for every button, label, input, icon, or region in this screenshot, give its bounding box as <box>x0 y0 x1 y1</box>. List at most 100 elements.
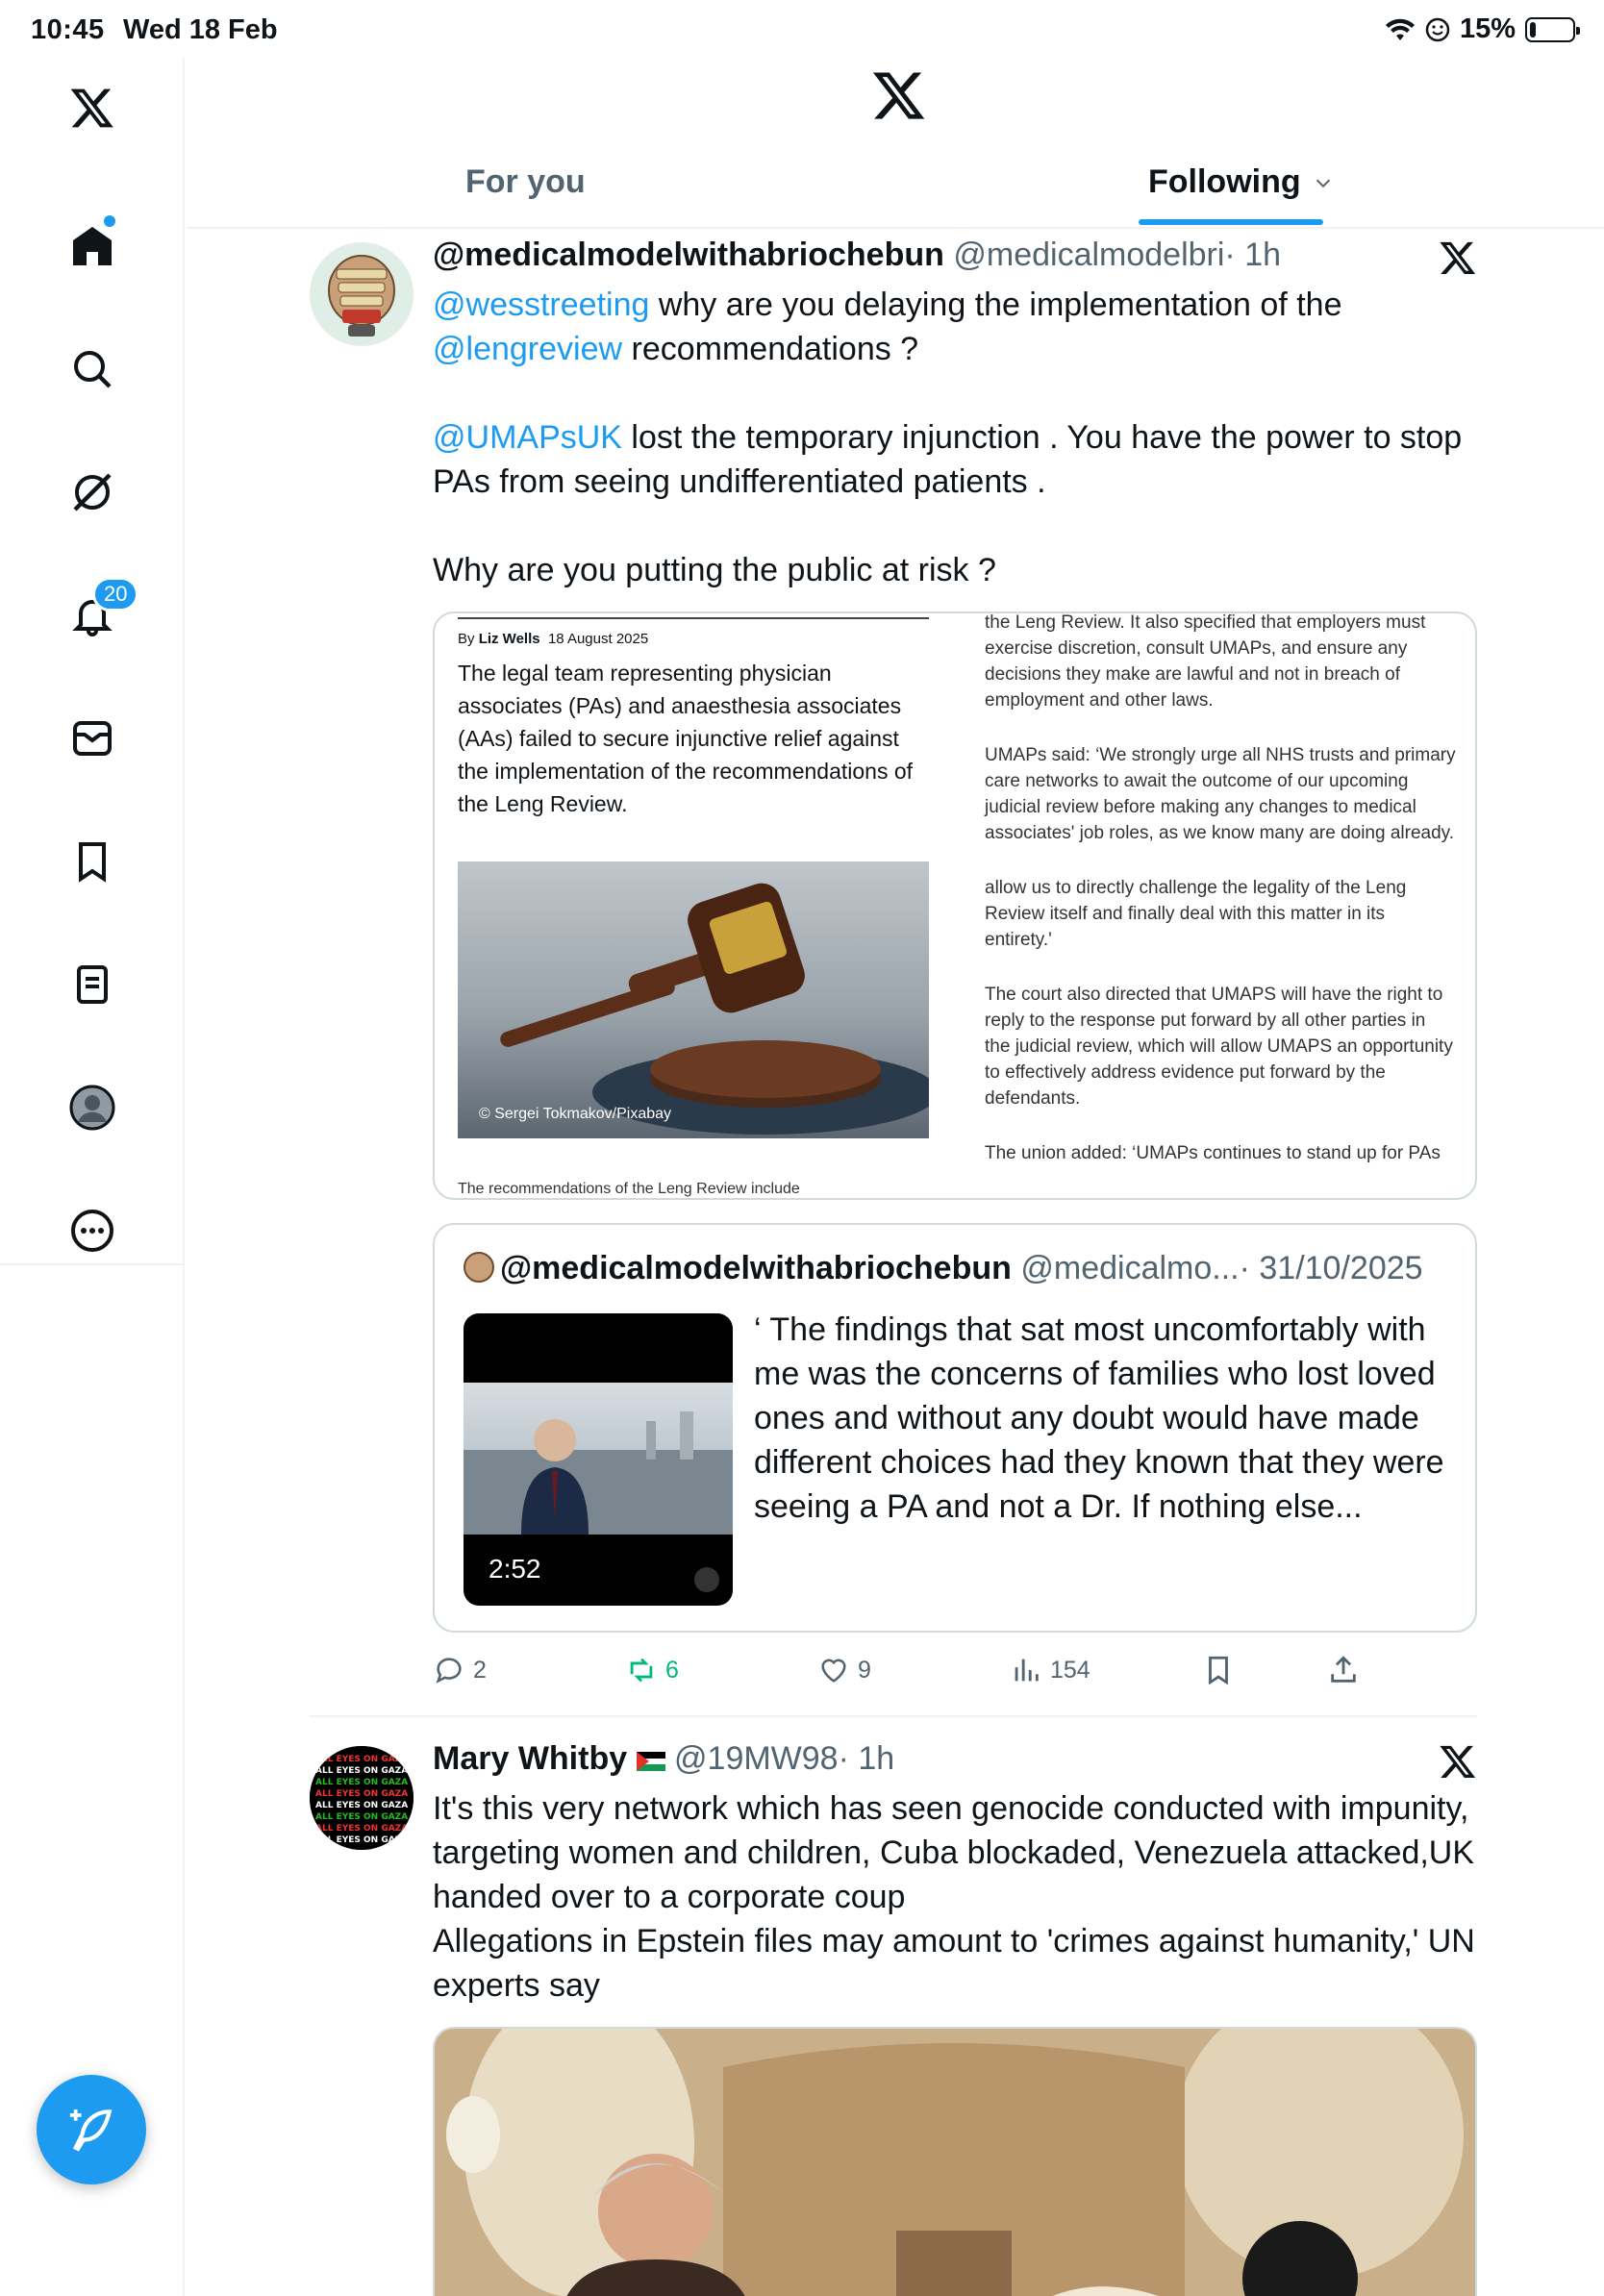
post-paragraph: @UMAPsUK lost the temporary injunction .… <box>433 415 1481 504</box>
repost-icon <box>630 1658 653 1683</box>
sidebar-item-more[interactable] <box>63 1202 121 1260</box>
article-image[interactable]: By Liz Wells 18 August 2025 The legal te… <box>433 611 1477 1200</box>
palestine-flag-icon <box>636 1752 665 1771</box>
like-button[interactable]: 9 <box>817 1654 871 1686</box>
post-divider <box>310 1715 1477 1717</box>
post[interactable]: ALL EYES ON GAZA ALL EYES ON GAZA ALL EY… <box>310 1740 1477 2296</box>
views-button[interactable]: 154 <box>1010 1654 1090 1686</box>
post-text-segment: recommendations ? <box>622 331 919 367</box>
sidebar: 20 <box>0 58 185 2296</box>
bookmark-icon <box>79 842 106 883</box>
battery-fill <box>1530 21 1537 37</box>
compose-button[interactable] <box>37 2075 146 2184</box>
views-icon <box>1015 1659 1039 1682</box>
sidebar-item-lists[interactable] <box>63 956 121 1013</box>
x-logo-icon[interactable] <box>1439 238 1477 277</box>
share-button[interactable] <box>1327 1654 1360 1686</box>
quoted-author-handle: @medicalmo... <box>1020 1250 1240 1286</box>
post-image[interactable] <box>433 2027 1477 2296</box>
post-actions: 2 6 9 154 <box>433 1654 1477 1692</box>
avatar <box>464 1252 494 1283</box>
sidebar-item-search[interactable] <box>63 340 121 398</box>
quoted-post-text: ‘ The findings that sat most uncomfortab… <box>754 1311 1444 1525</box>
video-frame-image <box>464 1411 733 1535</box>
status-bar: 10:45 Wed 18 Feb 15% <box>0 0 1604 58</box>
sidebar-item-notifications[interactable]: 20 <box>63 577 139 644</box>
post[interactable]: @medicalmodelwithabriochebun @medicalmod… <box>310 237 1477 1717</box>
feather-icon <box>69 2109 113 2152</box>
post-time[interactable]: · 1h <box>1224 237 1281 273</box>
article-byline: By Liz Wells 18 August 2025 <box>458 631 929 647</box>
chevron-down-icon <box>1316 179 1330 187</box>
svg-text:ALL EYES ON GAZA: ALL EYES ON GAZA <box>315 1812 408 1822</box>
search-icon <box>74 351 112 388</box>
mention-link[interactable]: @lengreview <box>433 331 622 367</box>
sidebar-item-bookmarks[interactable] <box>63 833 121 890</box>
view-count: 154 <box>1050 1656 1090 1684</box>
article-right-column: the Leng Review. It also specified that … <box>985 613 1456 1195</box>
article-paragraph: The union added: ‘UMAPs continues to sta… <box>985 1143 1441 1163</box>
status-right: 15% <box>1385 13 1580 45</box>
mention-link[interactable]: @wesstreeting <box>433 287 649 323</box>
mention-link[interactable]: @UMAPsUK <box>433 419 622 456</box>
post-author-handle[interactable]: @medicalmodelbri <box>953 237 1224 273</box>
article-author: Liz Wells <box>478 631 540 647</box>
battery-icon <box>1525 16 1580 42</box>
focus-smiley-icon <box>1425 17 1450 41</box>
tab-active-indicator <box>1139 219 1323 225</box>
svg-text:ALL EYES ON GAZA: ALL EYES ON GAZA <box>315 1766 408 1776</box>
gavel-photo: © Sergei Tokmakov/Pixabay <box>458 861 929 1138</box>
x-logo-icon[interactable] <box>1439 1742 1477 1781</box>
repost-count: 6 <box>665 1656 679 1684</box>
post-text-segment: why are you delaying the implementation … <box>649 287 1342 323</box>
svg-text:ALL EYES ON GAZA: ALL EYES ON GAZA <box>315 1755 408 1764</box>
video-thumbnail[interactable]: 2:52 <box>464 1313 733 1606</box>
more-icon <box>71 1210 113 1252</box>
bookmark-button[interactable] <box>1202 1654 1235 1686</box>
post-header: @medicalmodelwithabriochebun @medicalmod… <box>433 237 1281 274</box>
article-rule <box>458 617 929 619</box>
post-time[interactable]: · 1h <box>839 1740 895 1777</box>
svg-text:ALL EYES ON GAZA: ALL EYES ON GAZA <box>315 1789 408 1799</box>
avatar[interactable] <box>310 242 414 346</box>
byline-prefix: By <box>458 631 479 647</box>
share-icon <box>1331 1656 1356 1683</box>
quoted-author-name: @medicalmodelwithabriochebun <box>500 1250 1012 1286</box>
post-author-name[interactable]: Mary Whitby <box>433 1740 627 1777</box>
tab-for-you[interactable]: For you <box>465 163 586 201</box>
article-paragraph: allow us to directly challenge the legal… <box>985 878 1407 950</box>
home-icon <box>73 227 112 265</box>
avatar-icon <box>69 1085 115 1131</box>
x-logo-icon[interactable] <box>871 67 927 123</box>
post-author-name[interactable]: @medicalmodelwithabriochebun <box>433 237 944 273</box>
list-icon <box>77 965 108 1004</box>
sidebar-item-home[interactable] <box>63 215 121 275</box>
grok-icon <box>73 473 112 512</box>
sidebar-item-profile[interactable] <box>63 1079 121 1136</box>
tab-following-label: Following <box>1148 163 1301 200</box>
article-paragraph: The court also directed that UMAPS will … <box>985 985 1453 1109</box>
repost-button[interactable]: 6 <box>625 1654 679 1686</box>
post-paragraph: Why are you putting the public at risk ? <box>433 552 996 588</box>
mail-icon <box>73 721 112 756</box>
svg-text:ALL EYES ON GAZA: ALL EYES ON GAZA <box>315 1824 408 1834</box>
reply-button[interactable]: 2 <box>433 1654 487 1686</box>
svg-text:ALL EYES ON GAZA: ALL EYES ON GAZA <box>315 1801 408 1810</box>
sidebar-item-grok[interactable] <box>63 463 121 521</box>
notification-badge: 20 <box>92 577 139 611</box>
sidebar-item-messages[interactable] <box>63 710 121 767</box>
quoted-post[interactable]: @medicalmodelwithabriochebun @medicalmo.… <box>433 1223 1477 1633</box>
sidebar-divider <box>0 1263 185 1265</box>
video-frame <box>464 1383 733 1535</box>
council-logo-icon <box>310 242 414 346</box>
x-logo-icon[interactable] <box>63 79 121 137</box>
avatar[interactable]: ALL EYES ON GAZA ALL EYES ON GAZA ALL EY… <box>310 1746 414 1850</box>
svg-text:ALL EYES ON GAZA: ALL EYES ON GAZA <box>315 1835 408 1845</box>
like-count: 9 <box>858 1656 871 1684</box>
tab-following[interactable]: Following <box>1148 163 1334 201</box>
jet-cabin-photo <box>435 2029 1475 2296</box>
timeline-header: For you Following <box>187 58 1604 229</box>
post-author-handle[interactable]: @19MW98 <box>674 1740 839 1777</box>
